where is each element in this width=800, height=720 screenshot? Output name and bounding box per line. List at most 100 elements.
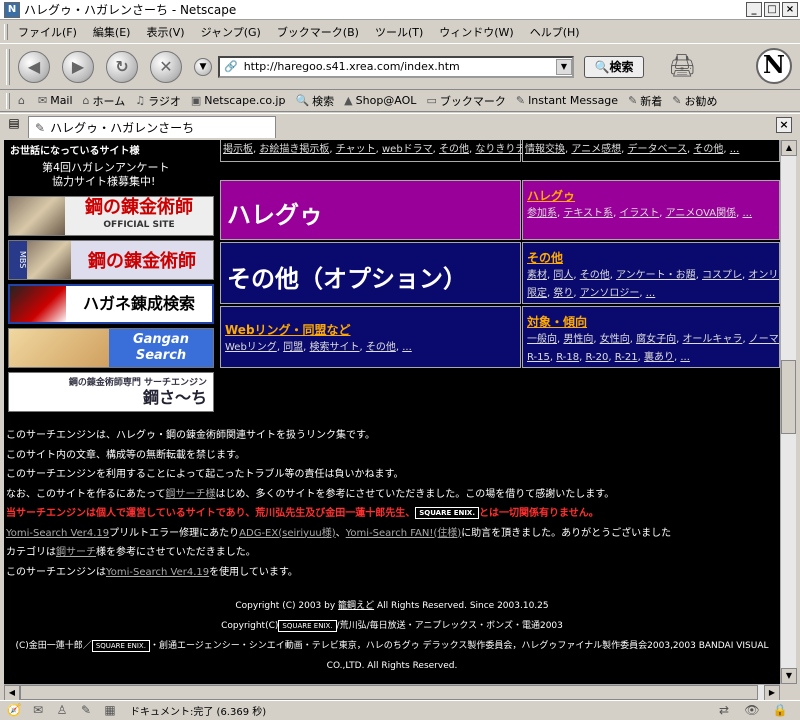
link-info-exchange[interactable]: 情報交換 (525, 144, 565, 155)
link-bbs[interactable]: 掲示板 (223, 144, 253, 155)
link-chat[interactable]: チャット (336, 144, 376, 155)
home-tab-icon[interactable]: ⌂ (18, 94, 28, 107)
link-more[interactable]: ... (730, 144, 740, 155)
vertical-scrollbar[interactable]: ▲ ▼ (780, 140, 797, 684)
pt-radio[interactable]: ♫ ラジオ (135, 93, 181, 109)
sub-link[interactable]: オールキャラ (682, 334, 742, 345)
history-dropdown-button[interactable]: ▼ (194, 57, 212, 76)
sub-link[interactable]: コスプレ (702, 270, 742, 281)
sub-link[interactable]: アニメOVA関係 (666, 208, 737, 219)
print-button[interactable]: 🖨 (668, 54, 696, 79)
scroll-left-icon[interactable]: ◀ (4, 685, 20, 701)
link-other[interactable]: その他 (693, 144, 723, 155)
sub-link[interactable]: アンケート・お題 (616, 270, 696, 281)
category-link-target[interactable]: 対象・傾向 (527, 313, 587, 330)
sub-link[interactable]: R-20 (586, 352, 609, 363)
sidebar-toggle-icon[interactable]: ▤ (4, 116, 24, 136)
forward-button[interactable]: ▶ (62, 50, 94, 83)
privacy-icon[interactable]: 👁 (742, 703, 762, 719)
close-window-button[interactable]: × (782, 2, 798, 17)
sub-link[interactable]: ... (680, 352, 690, 363)
category-link-haregoo[interactable]: ハレグゥ (527, 187, 575, 204)
link-hagane-search[interactable]: 鋼サーチ様 (166, 489, 216, 500)
banner-mbs[interactable]: MBS 鋼の錬金術師 (8, 240, 214, 280)
stop-button[interactable]: ✕ (150, 50, 182, 83)
pt-search[interactable]: 🔍 検索 (295, 93, 334, 109)
navigator-icon[interactable]: 🧭 (4, 703, 24, 719)
link-yomi-search[interactable]: Yomi-Search Ver4.19 (6, 528, 109, 539)
link-hagane-search-2[interactable]: 鋼サーチ (56, 547, 96, 558)
sub-link[interactable]: 参加系 (527, 208, 557, 219)
sub-link[interactable]: ... (402, 342, 412, 353)
sub-link[interactable]: R-18 (556, 352, 579, 363)
mail-icon[interactable]: ✉ (28, 703, 48, 719)
sub-link[interactable]: R-15 (527, 352, 550, 363)
personal-grip[interactable] (6, 92, 10, 109)
menu-edit[interactable]: 編集(E) (93, 24, 131, 40)
url-dropdown-icon[interactable]: ▼ (556, 58, 572, 75)
maximize-button[interactable]: □ (764, 2, 780, 17)
pt-shop[interactable]: ▲ Shop@AOL (344, 94, 416, 107)
sub-link[interactable]: 一般向 (527, 334, 557, 345)
sub-link[interactable]: 祭り (553, 288, 573, 299)
reload-button[interactable]: ↻ (106, 50, 138, 83)
sub-link[interactable]: Webリング (225, 342, 277, 353)
sub-link[interactable]: オンリーイベント (748, 270, 779, 281)
composer-icon[interactable]: ✎ (76, 703, 96, 719)
scroll-down-icon[interactable]: ▼ (781, 668, 797, 684)
minimize-button[interactable]: _ (746, 2, 762, 17)
pt-home[interactable]: ⌂ ホーム (83, 93, 126, 109)
menu-view[interactable]: 表示(V) (146, 24, 184, 40)
sub-link[interactable]: イラスト (619, 208, 659, 219)
pt-recommend[interactable]: ✎ お勧め (672, 93, 717, 109)
address-book-icon[interactable]: ▦ (100, 703, 120, 719)
sub-link[interactable]: R-21 (615, 352, 638, 363)
sub-link[interactable]: その他 (366, 342, 396, 353)
menu-tools[interactable]: ツール(T) (375, 24, 423, 40)
nav-grip[interactable] (6, 48, 10, 85)
sub-link[interactable]: 限定 (527, 288, 547, 299)
link-adg-ex[interactable]: ADG-EX(seiriyuu様) (239, 528, 336, 539)
scroll-up-icon[interactable]: ▲ (781, 140, 797, 156)
url-bar[interactable]: 🔗 http://haregoo.s41.xrea.com/index.htm … (218, 55, 574, 78)
sub-link[interactable]: 女性向 (600, 334, 630, 345)
sub-link[interactable]: ... (646, 288, 656, 299)
url-input[interactable]: http://haregoo.s41.xrea.com/index.htm (244, 60, 556, 73)
sub-link[interactable]: 腐女子向 (636, 334, 676, 345)
search-button[interactable]: 🔍 検索 (584, 55, 644, 78)
banner-official-site[interactable]: 鋼の錬金術師 OFFICIAL SITE (8, 196, 214, 236)
menu-file[interactable]: ファイル(F) (18, 24, 77, 40)
banner-gangan-search[interactable]: Gangan Search (8, 328, 214, 368)
pt-instant-message[interactable]: ✎ Instant Message (516, 94, 618, 107)
sub-link[interactable]: ... (743, 208, 753, 219)
menu-window[interactable]: ウィンドウ(W) (439, 24, 513, 40)
menu-help[interactable]: ヘルプ(H) (530, 24, 580, 40)
sub-link[interactable]: 同人 (553, 270, 573, 281)
pt-netscape[interactable]: ▣ Netscape.co.jp (191, 94, 286, 107)
sub-link[interactable]: アンソロジー (580, 288, 640, 299)
banner-hagane-sachi[interactable]: 鋼の錬金術師専門 サーチエンジン 鋼さ〜ち (8, 372, 214, 412)
menu-grip[interactable] (4, 24, 8, 40)
link-other[interactable]: その他 (439, 144, 469, 155)
vertical-scroll-thumb[interactable] (781, 360, 796, 434)
pt-bookmarks[interactable]: ▭ ブックマーク (426, 93, 505, 109)
sub-link[interactable]: 男性向 (563, 334, 593, 345)
pt-mail[interactable]: ✉ Mail (38, 94, 73, 107)
sub-link[interactable]: 同盟 (283, 342, 303, 353)
horizontal-scrollbar[interactable]: ◀ ▶ (4, 684, 780, 701)
scroll-right-icon[interactable]: ▶ (764, 685, 780, 701)
sub-link[interactable]: 裏あり (644, 352, 674, 363)
link-yomi-fan[interactable]: Yomi-Search FAN!(住様) (346, 528, 462, 539)
horizontal-scroll-thumb[interactable] (20, 685, 758, 700)
sub-link[interactable]: ノーマル (749, 334, 779, 345)
back-button[interactable]: ◀ (18, 50, 50, 83)
menu-go[interactable]: ジャンプ(G) (201, 24, 261, 40)
banner-hagane-search[interactable]: ハガネ錬成検索 (8, 284, 214, 324)
link-database[interactable]: データベース (628, 144, 688, 155)
sub-link[interactable]: その他 (580, 270, 610, 281)
category-link-other[interactable]: その他 (527, 249, 563, 266)
link-author[interactable]: 籠鋼えど (338, 601, 374, 611)
link-yomi-search-2[interactable]: Yomi-Search Ver4.19 (106, 567, 209, 578)
tab-haregoo[interactable]: ✎ ハレグゥ・ハガレンさーち (28, 116, 276, 138)
link-webdrama[interactable]: webドラマ (382, 144, 433, 155)
